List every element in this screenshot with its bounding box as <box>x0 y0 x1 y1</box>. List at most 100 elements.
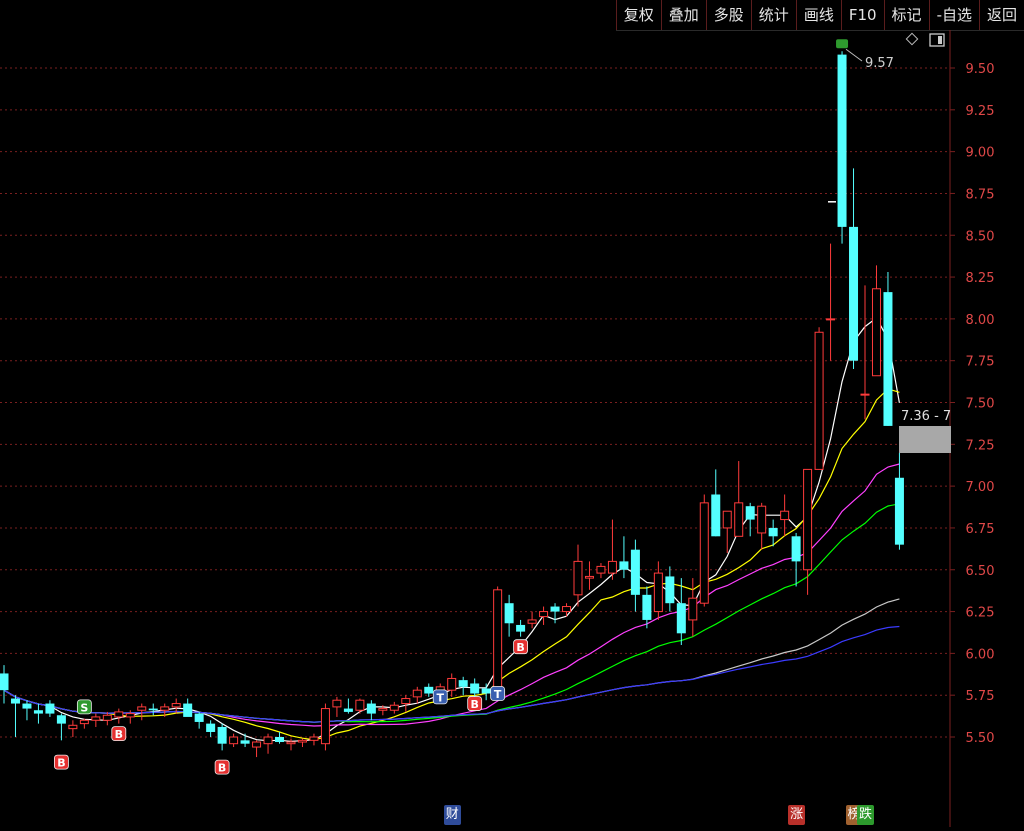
candle-body <box>252 741 262 748</box>
candle-body <box>183 703 193 717</box>
candlestick <box>722 510 732 554</box>
event-marker: T <box>432 689 448 704</box>
y-tick-label: 9.25 <box>966 104 995 119</box>
candlestick <box>619 536 629 579</box>
candlestick <box>527 611 537 629</box>
y-tick-label: 9.00 <box>966 146 995 161</box>
candle-body <box>68 724 78 730</box>
candle-body <box>470 683 480 694</box>
y-tick-label: 6.25 <box>966 606 995 621</box>
marker-label: B <box>516 641 524 654</box>
candlestick <box>309 733 319 746</box>
candle-body <box>33 710 43 714</box>
marker-label: B <box>218 762 226 775</box>
panel-toggle-icon[interactable] <box>929 33 945 47</box>
draw-line-button[interactable]: 画线 <box>795 0 841 30</box>
candle-body <box>389 704 399 711</box>
y-tick-label: 8.50 <box>966 229 995 244</box>
restore-rights-button[interactable]: 复权 <box>615 0 661 30</box>
candle-body <box>79 719 89 725</box>
candlestick <box>263 733 273 754</box>
candle-body <box>320 708 330 745</box>
top-signal-marker <box>836 39 849 49</box>
candlestick <box>849 168 859 370</box>
candle-body <box>355 699 365 711</box>
candle-body <box>814 331 824 470</box>
candlestick <box>711 469 721 537</box>
candlestick <box>114 708 124 724</box>
candlestick <box>826 243 836 361</box>
candlestick <box>401 695 411 712</box>
y-tick-label: 5.50 <box>966 731 995 746</box>
remove-watchlist-button[interactable]: -自选 <box>928 0 979 30</box>
statistics-button[interactable]: 统计 <box>750 0 796 30</box>
candle-body <box>791 536 801 562</box>
candlestick <box>33 703 43 724</box>
candlestick <box>343 698 353 714</box>
bottom-marker[interactable]: 财 <box>443 805 461 825</box>
candlestick <box>137 703 147 721</box>
y-tick-label: 7.25 <box>966 438 995 453</box>
candle-body <box>412 689 422 698</box>
bottom-marker[interactable]: 涨 <box>788 805 806 825</box>
overlay-button[interactable]: 叠加 <box>660 0 706 30</box>
kline-chart-canvas[interactable]: 9.50 9.25 9.00 8.75 8.50 8.25 8.00 7.75 7.50 7.25… <box>0 30 1024 827</box>
candle-body <box>125 713 135 718</box>
multi-stock-button[interactable]: 多股 <box>705 0 751 30</box>
candle-body <box>699 502 709 604</box>
candle-body <box>837 54 847 227</box>
kline-chart[interactable]: 9.50 9.25 9.00 8.75 8.50 8.25 8.00 7.75 7.50 7.25… <box>0 30 1024 827</box>
candle-body <box>332 699 342 708</box>
candle-body <box>596 565 606 574</box>
candle-body <box>894 477 904 545</box>
marker-label: B <box>57 757 65 770</box>
candlestick <box>676 578 686 646</box>
mark-button[interactable]: 标记 <box>883 0 929 30</box>
candle-body <box>607 560 617 574</box>
candle-body <box>148 708 158 711</box>
candlestick <box>550 603 560 624</box>
candle-body <box>102 714 112 721</box>
candlestick <box>275 731 285 744</box>
y-tick-label: 6.75 <box>966 522 995 537</box>
y-tick-label: 8.25 <box>966 271 995 286</box>
candle-body <box>550 606 560 612</box>
price-tag-box <box>899 426 951 453</box>
back-button[interactable]: 返回 <box>978 0 1024 30</box>
candlestick <box>596 563 606 579</box>
candle-body <box>286 741 296 745</box>
candlestick <box>366 700 376 721</box>
candlestick <box>493 586 503 688</box>
candle-body <box>504 603 514 624</box>
marker-label: B <box>470 698 478 711</box>
candlestick <box>871 265 881 377</box>
marker-label: T <box>494 688 502 701</box>
candlestick <box>183 698 193 717</box>
y-tick-label: 5.75 <box>966 689 995 704</box>
candlestick <box>562 603 572 617</box>
candlestick <box>389 701 399 714</box>
candle-body <box>424 686 434 694</box>
candle-body <box>573 560 583 596</box>
candlestick <box>780 494 790 537</box>
candlestick <box>297 738 307 748</box>
candle-body <box>722 510 732 529</box>
candlestick <box>894 452 904 550</box>
candle-body <box>458 680 468 687</box>
y-tick-label: 9.50 <box>966 62 995 77</box>
candlestick <box>803 468 813 595</box>
candle-body <box>343 708 353 712</box>
candlestick <box>757 502 767 550</box>
bottom-marker[interactable]: 跌 <box>857 805 875 825</box>
candlestick <box>607 519 617 580</box>
high-label-leader <box>845 48 863 62</box>
candlestick <box>217 723 227 751</box>
candle-body <box>619 561 629 570</box>
f10-button[interactable]: F10 <box>840 0 884 30</box>
candlestick <box>688 578 698 637</box>
diamond-icon[interactable] <box>905 32 919 46</box>
chart-toolbar: 复权 叠加 多股 统计 画线 F10 标记 -自选 返回 <box>615 0 1024 31</box>
candle-body <box>366 703 376 714</box>
candle-body <box>114 711 124 718</box>
candle-body <box>229 736 239 745</box>
